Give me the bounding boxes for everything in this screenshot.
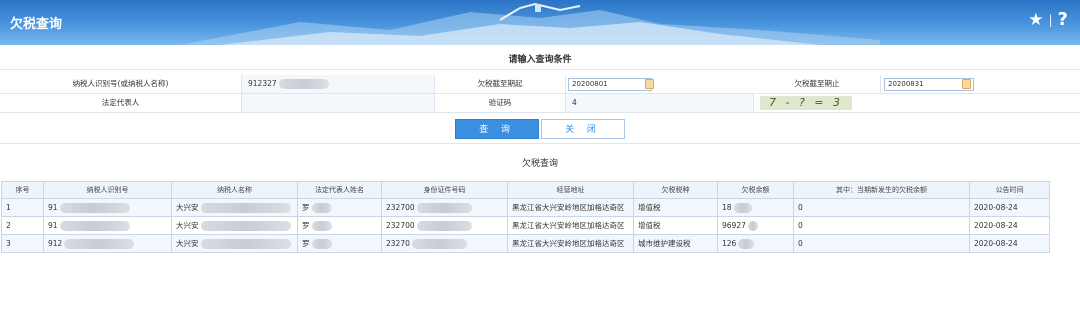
column-header: 经营地址	[507, 181, 634, 199]
mountain-banner-image	[180, 2, 880, 45]
cell-balance: 96927	[717, 216, 794, 235]
redacted-mask	[59, 202, 130, 213]
cell-name: 大兴安	[171, 234, 298, 253]
redacted-mask	[278, 79, 329, 89]
column-header: 欠税余额	[717, 181, 794, 199]
column-header: 身份证件号码	[381, 181, 508, 199]
date-from-input[interactable]: 20200801	[568, 78, 652, 91]
table-row[interactable]: 3 912 大兴安 罗 23270 黑龙江省大兴安岭地区加格达奇区 城市维护建设…	[1, 234, 1050, 253]
header-banner: 欠税查询 ★ | ?	[0, 0, 1080, 45]
divider: |	[1048, 13, 1053, 27]
date-to-input[interactable]: 20200831	[884, 78, 974, 91]
column-header: 法定代表人姓名	[297, 181, 382, 199]
redacted-mask	[416, 220, 472, 231]
cell-tax-type: 增值税	[633, 216, 718, 235]
redacted-mask	[311, 221, 332, 231]
table-row[interactable]: 1 91 大兴安 罗 232700 黑龙江省大兴安岭地区加格达奇区 增值税 18…	[1, 198, 1050, 217]
taxpayer-id-label: 纳税人识别号(或纳税人名称)	[0, 75, 242, 93]
captcha-input[interactable]: 4	[566, 94, 754, 112]
header-tools: ★ | ?	[1028, 10, 1068, 31]
date-from-field: 20200801	[566, 75, 754, 93]
column-header: 纳税人识别号	[43, 181, 172, 199]
redacted-mask	[311, 239, 332, 249]
cell-balance: 126	[717, 234, 794, 253]
cell-tax-type: 增值税	[633, 198, 718, 217]
redacted-mask	[64, 238, 135, 249]
redacted-mask	[200, 239, 291, 249]
column-header: 序号	[1, 181, 44, 199]
table-header-row: 序号 纳税人识别号 纳税人名称 法定代表人姓名 身份证件号码 经营地址 欠税税种…	[1, 181, 1050, 199]
close-button[interactable]: 关 闭	[541, 119, 625, 139]
cell-current-balance: 0	[793, 234, 970, 253]
cell-id-number: 232700	[381, 198, 508, 217]
cell-taxpayer-id: 91	[43, 198, 172, 217]
help-icon[interactable]: ?	[1058, 10, 1068, 30]
cell-taxpayer-id: 91	[43, 216, 172, 235]
query-row-1: 纳税人识别号(或纳税人名称) 912327 欠税截至期起 20200801 欠税…	[0, 75, 1080, 94]
results-title: 欠税查询	[521, 159, 558, 169]
captcha-image-cell: 7 - ? = 3	[754, 94, 1080, 112]
results-table: 序号 纳税人识别号 纳税人名称 法定代表人姓名 身份证件号码 经营地址 欠税税种…	[1, 181, 1050, 253]
date-from-label: 欠税截至期起	[435, 75, 566, 93]
cell-no: 2	[1, 216, 44, 235]
cell-legal-rep: 罗	[297, 234, 382, 253]
cell-current-balance: 0	[793, 198, 970, 217]
cell-balance: 18	[717, 198, 794, 217]
query-button[interactable]: 查 询	[455, 119, 539, 139]
cell-tax-type: 城市维护建设税	[633, 234, 718, 253]
column-header: 纳税人名称	[171, 181, 298, 199]
legal-rep-input[interactable]	[242, 94, 435, 112]
cell-name: 大兴安	[171, 216, 298, 235]
captcha-image[interactable]: 7 - ? = 3	[760, 96, 852, 110]
captcha-label: 验证码	[435, 94, 566, 112]
star-icon[interactable]: ★	[1028, 10, 1043, 30]
cell-no: 3	[1, 234, 44, 253]
redacted-mask	[200, 221, 291, 231]
column-header: 欠税税种	[633, 181, 718, 199]
redacted-mask	[411, 238, 467, 249]
redacted-mask	[416, 202, 472, 213]
calendar-icon[interactable]	[962, 79, 971, 89]
cell-no: 1	[1, 198, 44, 217]
redacted-mask	[733, 202, 752, 213]
cell-name: 大兴安	[171, 198, 298, 217]
taxpayer-id-value: 912327	[248, 79, 277, 88]
date-to-field: 20200831	[881, 75, 1080, 93]
page-title: 欠税查询	[10, 17, 63, 32]
column-header: 公告时间	[969, 181, 1050, 199]
column-header: 其中：当期新发生的欠税余额	[793, 181, 970, 199]
query-row-2: 法定代表人 验证码 4 7 - ? = 3	[0, 94, 1080, 113]
cell-taxpayer-id: 912	[43, 234, 172, 253]
taxpayer-id-input[interactable]: 912327	[242, 75, 435, 93]
table-row[interactable]: 2 91 大兴安 罗 232700 黑龙江省大兴安岭地区加格达奇区 增值税 96…	[1, 216, 1050, 235]
cell-legal-rep: 罗	[297, 198, 382, 217]
redacted-mask	[59, 220, 130, 231]
date-to-label: 欠税截至期止	[754, 75, 881, 93]
redacted-mask	[747, 220, 758, 231]
cell-address: 黑龙江省大兴安岭地区加格达奇区	[507, 234, 634, 253]
cell-id-number: 232700	[381, 216, 508, 235]
cell-date: 2020-08-24	[969, 216, 1050, 235]
cell-address: 黑龙江省大兴安岭地区加格达奇区	[507, 198, 634, 217]
cell-current-balance: 0	[793, 216, 970, 235]
query-section-title: 请输入查询条件	[0, 50, 1080, 70]
legal-rep-label: 法定代表人	[0, 94, 242, 112]
cell-legal-rep: 罗	[297, 216, 382, 235]
redacted-mask	[311, 203, 332, 213]
action-buttons: 查 询 关 闭	[0, 114, 1080, 144]
calendar-icon[interactable]	[645, 79, 654, 89]
cell-address: 黑龙江省大兴安岭地区加格达奇区	[507, 216, 634, 235]
cell-date: 2020-08-24	[969, 198, 1050, 217]
cell-date: 2020-08-24	[969, 234, 1050, 253]
redacted-mask	[738, 238, 755, 249]
cell-id-number: 23270	[381, 234, 508, 253]
redacted-mask	[200, 203, 291, 213]
